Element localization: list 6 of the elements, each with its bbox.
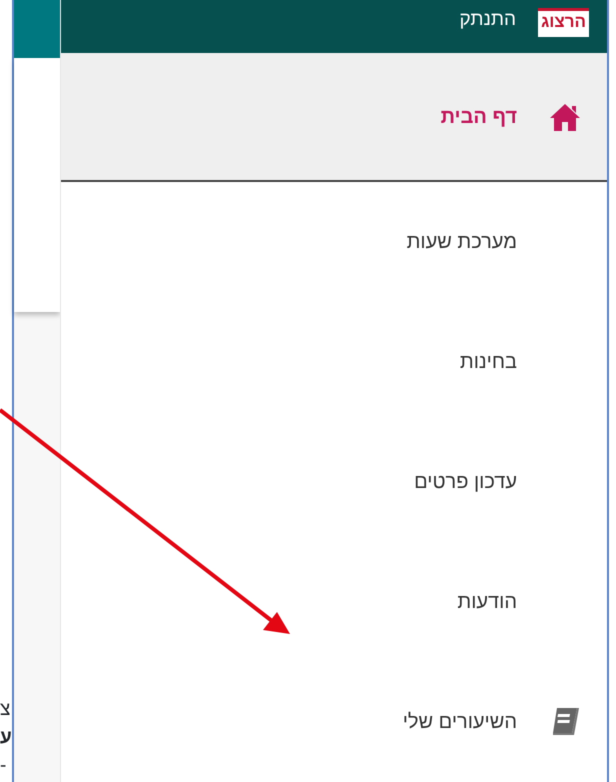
menu-item[interactable]: דף הבית [61,53,607,182]
logout-link[interactable]: התנתק [460,8,516,32]
cut-off-text: - [0,754,8,778]
cut-off-text: צ [0,698,12,722]
cut-off-text: ע [0,726,12,750]
logo: הרצוג [538,8,589,37]
